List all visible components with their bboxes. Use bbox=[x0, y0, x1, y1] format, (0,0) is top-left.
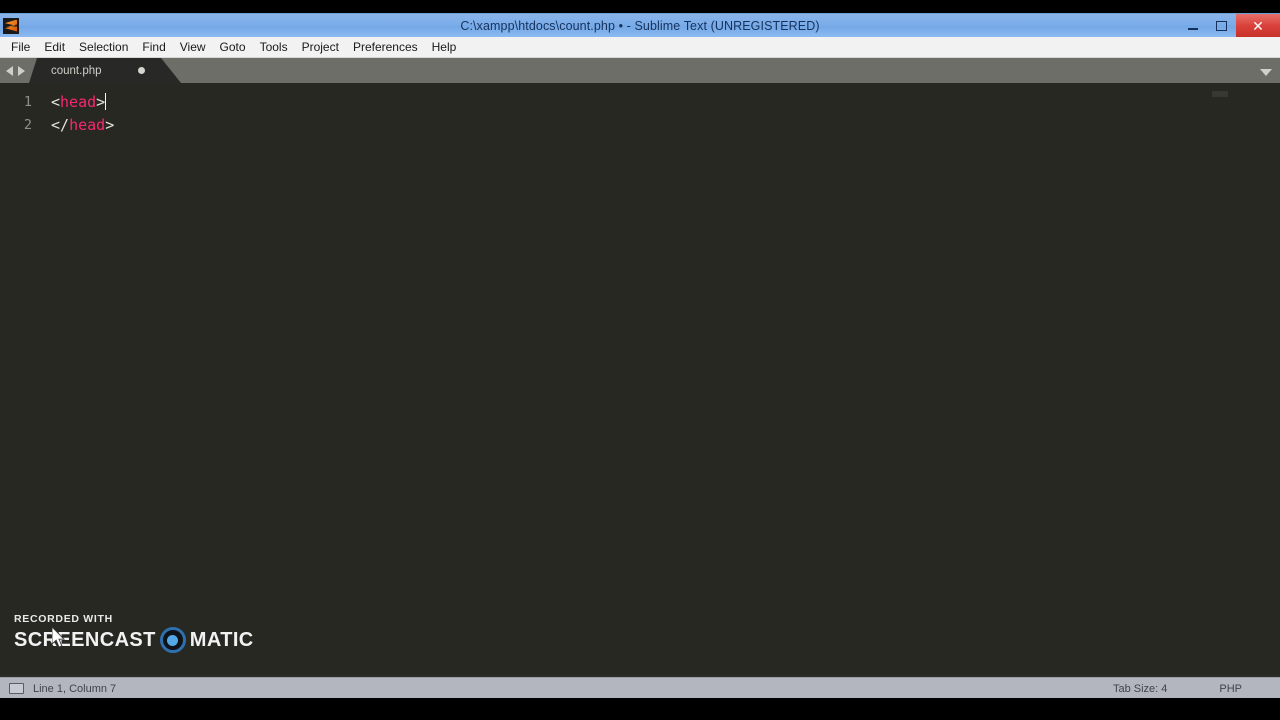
tab-scroll-arrows bbox=[0, 58, 29, 83]
syntax-label[interactable]: PHP bbox=[1219, 683, 1242, 695]
minimize-icon bbox=[1187, 27, 1198, 30]
tab-size-label[interactable]: Tab Size: 4 bbox=[1113, 683, 1167, 695]
top-letterbox bbox=[0, 0, 1280, 13]
tab-label: count.php bbox=[51, 64, 102, 77]
menu-item-view[interactable]: View bbox=[173, 38, 213, 56]
bottom-letterbox bbox=[0, 698, 1280, 720]
tab-count-php[interactable]: count.php bbox=[29, 58, 181, 83]
text-caret bbox=[105, 93, 107, 110]
code-token-tag: head bbox=[69, 115, 106, 134]
code-editor[interactable]: 1 2 <head> </head> RECORDED WITH SCREENC… bbox=[0, 83, 1280, 675]
maximize-icon bbox=[1216, 20, 1227, 31]
chevron-right-icon[interactable] bbox=[18, 65, 25, 76]
close-icon: ✕ bbox=[1252, 17, 1264, 34]
code-token-punct: > bbox=[96, 93, 106, 111]
menu-item-project[interactable]: Project bbox=[295, 38, 346, 56]
menu-bar: File Edit Selection Find View Goto Tools… bbox=[0, 37, 1280, 58]
window-title: C:\xampp\htdocs\count.php • - Sublime Te… bbox=[460, 18, 820, 33]
minimize-button[interactable] bbox=[1178, 14, 1207, 37]
menu-item-file[interactable]: File bbox=[4, 38, 37, 56]
code-line[interactable]: <head> bbox=[51, 91, 1280, 114]
menu-item-tools[interactable]: Tools bbox=[253, 38, 295, 56]
menu-item-find[interactable]: Find bbox=[135, 38, 172, 56]
line-number: 2 bbox=[23, 116, 32, 133]
line-number-gutter: 1 2 bbox=[0, 83, 40, 675]
window-controls: ✕ bbox=[1178, 14, 1280, 37]
status-bar-right: Tab Size: 4 PHP bbox=[1113, 683, 1280, 695]
code-line[interactable]: </head> bbox=[51, 114, 1280, 137]
sublime-text-window: C:\xampp\htdocs\count.php • - Sublime Te… bbox=[0, 13, 1280, 699]
code-token-punct: </ bbox=[51, 115, 70, 134]
screen: C:\xampp\htdocs\count.php • - Sublime Te… bbox=[0, 0, 1280, 720]
title-bar: C:\xampp\htdocs\count.php • - Sublime Te… bbox=[0, 14, 1280, 37]
close-button[interactable]: ✕ bbox=[1236, 14, 1280, 37]
minimap-marker[interactable] bbox=[1212, 91, 1228, 97]
menu-item-preferences[interactable]: Preferences bbox=[346, 38, 425, 56]
chevron-down-icon[interactable] bbox=[1260, 69, 1272, 76]
chevron-left-icon[interactable] bbox=[6, 65, 13, 76]
code-token-punct: < bbox=[51, 93, 61, 111]
code-token-tag: head bbox=[60, 93, 97, 111]
menu-item-edit[interactable]: Edit bbox=[37, 38, 72, 56]
sublime-text-icon bbox=[3, 17, 19, 34]
menu-item-selection[interactable]: Selection bbox=[72, 38, 135, 56]
code-token-punct: > bbox=[105, 115, 115, 134]
code-content[interactable]: <head> </head> bbox=[40, 83, 1280, 675]
caret-position-label: Line 1, Column 7 bbox=[33, 682, 117, 695]
line-number: 1 bbox=[23, 94, 32, 110]
monitor-icon[interactable] bbox=[9, 683, 24, 694]
status-bar: Line 1, Column 7 Tab Size: 4 PHP bbox=[0, 677, 1280, 699]
maximize-button[interactable] bbox=[1207, 14, 1236, 37]
unsaved-changes-indicator[interactable] bbox=[138, 67, 145, 74]
menu-item-goto[interactable]: Goto bbox=[213, 38, 253, 56]
tab-bar: count.php bbox=[0, 58, 1280, 83]
menu-item-help[interactable]: Help bbox=[425, 38, 464, 56]
